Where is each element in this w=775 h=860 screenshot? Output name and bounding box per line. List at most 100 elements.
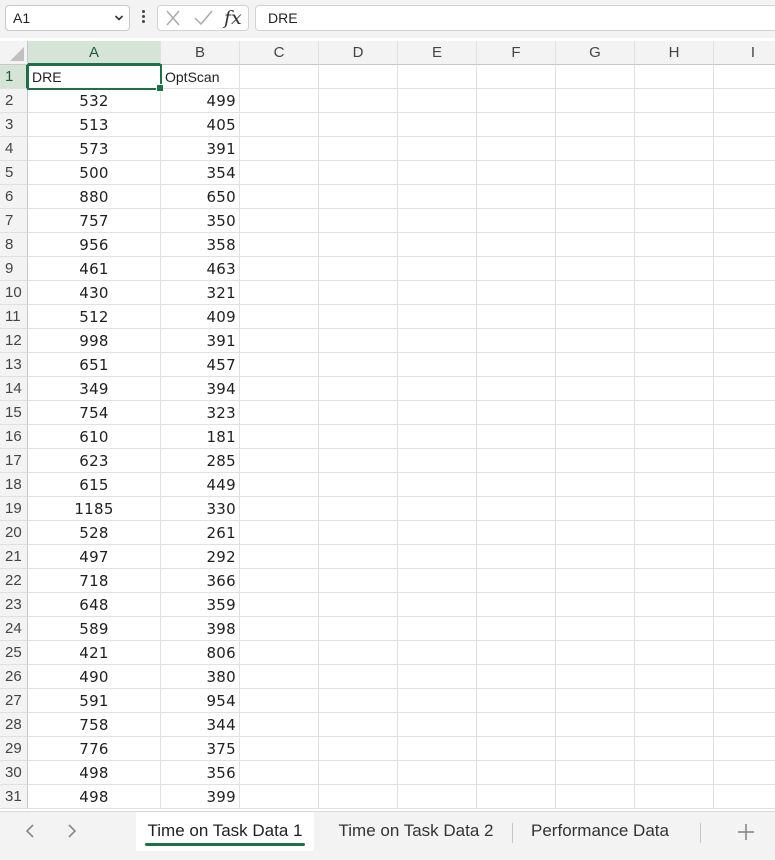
empty-cell[interactable] <box>398 329 477 353</box>
empty-cell[interactable] <box>240 425 319 449</box>
table-cell[interactable]: 500 <box>28 161 161 185</box>
table-cell[interactable]: 532 <box>28 89 161 113</box>
empty-cell[interactable] <box>319 737 398 761</box>
name-box[interactable]: A1 <box>5 5 130 31</box>
empty-cell[interactable] <box>477 761 556 785</box>
row-header[interactable]: 31 <box>0 785 28 809</box>
empty-cell[interactable] <box>556 257 635 281</box>
table-cell[interactable]: 349 <box>28 377 161 401</box>
empty-cell[interactable] <box>635 689 714 713</box>
chevron-down-icon[interactable] <box>115 14 123 22</box>
table-cell[interactable]: 457 <box>161 353 240 377</box>
table-cell[interactable]: 610 <box>28 425 161 449</box>
table-cell[interactable]: 498 <box>28 785 161 809</box>
sheet-tab-performance-data[interactable]: Performance Data <box>518 812 682 852</box>
column-header-h[interactable]: H <box>635 41 714 65</box>
row-header[interactable]: 22 <box>0 569 28 593</box>
empty-cell[interactable] <box>714 353 775 377</box>
table-cell[interactable]: 181 <box>161 425 240 449</box>
table-cell[interactable]: 589 <box>28 617 161 641</box>
empty-cell[interactable] <box>319 209 398 233</box>
next-sheet-icon[interactable] <box>62 822 80 840</box>
row-header[interactable]: 16 <box>0 425 28 449</box>
table-cell[interactable]: 421 <box>28 641 161 665</box>
empty-cell[interactable] <box>319 113 398 137</box>
empty-cell[interactable] <box>398 161 477 185</box>
row-header[interactable]: 15 <box>0 401 28 425</box>
empty-cell[interactable] <box>556 449 635 473</box>
empty-cell[interactable] <box>319 89 398 113</box>
empty-cell[interactable] <box>240 713 319 737</box>
table-cell[interactable]: 380 <box>161 665 240 689</box>
empty-cell[interactable] <box>635 257 714 281</box>
empty-cell[interactable] <box>319 689 398 713</box>
table-cell[interactable]: 757 <box>28 209 161 233</box>
empty-cell[interactable] <box>556 713 635 737</box>
table-cell[interactable]: 718 <box>28 569 161 593</box>
empty-cell[interactable] <box>556 137 635 161</box>
empty-cell[interactable] <box>556 617 635 641</box>
row-header[interactable]: 12 <box>0 329 28 353</box>
row-header[interactable]: 18 <box>0 473 28 497</box>
empty-cell[interactable] <box>240 545 319 569</box>
empty-cell[interactable] <box>714 497 775 521</box>
empty-cell[interactable] <box>714 521 775 545</box>
table-cell[interactable]: 330 <box>161 497 240 521</box>
empty-cell[interactable] <box>635 545 714 569</box>
empty-cell[interactable] <box>319 497 398 521</box>
table-cell[interactable]: 394 <box>161 377 240 401</box>
table-cell[interactable]: 405 <box>161 113 240 137</box>
table-cell[interactable]: 350 <box>161 209 240 233</box>
empty-cell[interactable] <box>398 689 477 713</box>
empty-cell[interactable] <box>714 329 775 353</box>
empty-cell[interactable] <box>319 185 398 209</box>
empty-cell[interactable] <box>398 737 477 761</box>
column-header-g[interactable]: G <box>556 41 635 65</box>
empty-cell[interactable] <box>319 353 398 377</box>
column-header-i[interactable]: I <box>714 41 775 65</box>
empty-cell[interactable] <box>556 641 635 665</box>
empty-cell[interactable] <box>240 329 319 353</box>
table-cell[interactable]: 573 <box>28 137 161 161</box>
empty-cell[interactable] <box>240 161 319 185</box>
empty-cell[interactable] <box>240 377 319 401</box>
select-all-button[interactable] <box>0 41 28 65</box>
empty-cell[interactable] <box>398 593 477 617</box>
empty-cell[interactable] <box>398 449 477 473</box>
empty-cell[interactable] <box>714 281 775 305</box>
empty-cell[interactable] <box>635 281 714 305</box>
row-header[interactable]: 26 <box>0 665 28 689</box>
empty-cell[interactable] <box>398 521 477 545</box>
empty-cell[interactable] <box>477 641 556 665</box>
row-header[interactable]: 1 <box>0 65 28 89</box>
empty-cell[interactable] <box>556 425 635 449</box>
empty-cell[interactable] <box>635 353 714 377</box>
row-header[interactable]: 23 <box>0 593 28 617</box>
empty-cell[interactable] <box>714 401 775 425</box>
table-cell[interactable]: 323 <box>161 401 240 425</box>
empty-cell[interactable] <box>398 761 477 785</box>
table-cell[interactable]: 651 <box>28 353 161 377</box>
header-cell-optscan[interactable]: OptScan <box>161 65 240 89</box>
empty-cell[interactable] <box>477 113 556 137</box>
empty-cell[interactable] <box>398 425 477 449</box>
empty-cell[interactable] <box>240 761 319 785</box>
empty-cell[interactable] <box>240 641 319 665</box>
empty-cell[interactable] <box>635 185 714 209</box>
empty-cell[interactable] <box>398 233 477 257</box>
empty-cell[interactable] <box>635 569 714 593</box>
empty-cell[interactable] <box>477 185 556 209</box>
empty-cell[interactable] <box>240 401 319 425</box>
table-cell[interactable]: 292 <box>161 545 240 569</box>
empty-cell[interactable] <box>635 761 714 785</box>
table-cell[interactable]: 449 <box>161 473 240 497</box>
table-cell[interactable]: 1185 <box>28 497 161 521</box>
empty-cell[interactable] <box>714 593 775 617</box>
empty-cell[interactable] <box>319 137 398 161</box>
table-cell[interactable]: 375 <box>161 737 240 761</box>
empty-cell[interactable] <box>477 329 556 353</box>
table-cell[interactable]: 754 <box>28 401 161 425</box>
empty-cell[interactable] <box>556 65 635 89</box>
empty-cell[interactable] <box>635 113 714 137</box>
table-cell[interactable]: 354 <box>161 161 240 185</box>
